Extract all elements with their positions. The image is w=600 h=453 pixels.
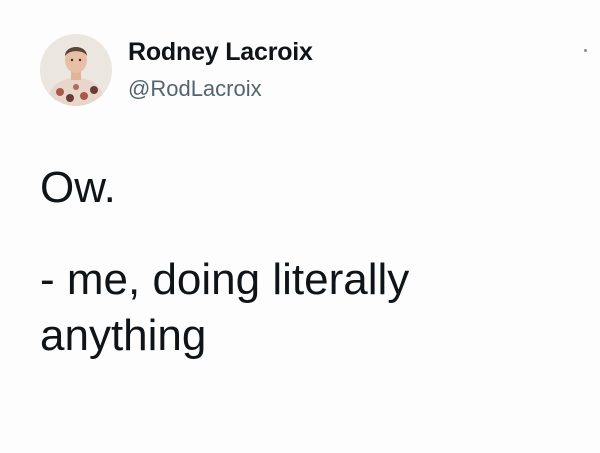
tweet-paragraph: Ow.	[40, 163, 116, 212]
tweet-paragraph: - me, doing literally anything	[40, 255, 410, 360]
tweet-card: Rodney Lacroix @RodLacroix Ow. - me, doi…	[0, 0, 600, 453]
tweet-text: Ow. - me, doing literally anything	[40, 160, 570, 364]
profile-photo-icon	[40, 34, 112, 106]
user-handle[interactable]: @RodLacroix	[128, 76, 262, 102]
display-name[interactable]: Rodney Lacroix	[128, 38, 313, 67]
more-options-icon[interactable]	[584, 49, 587, 52]
avatar[interactable]	[40, 34, 112, 106]
